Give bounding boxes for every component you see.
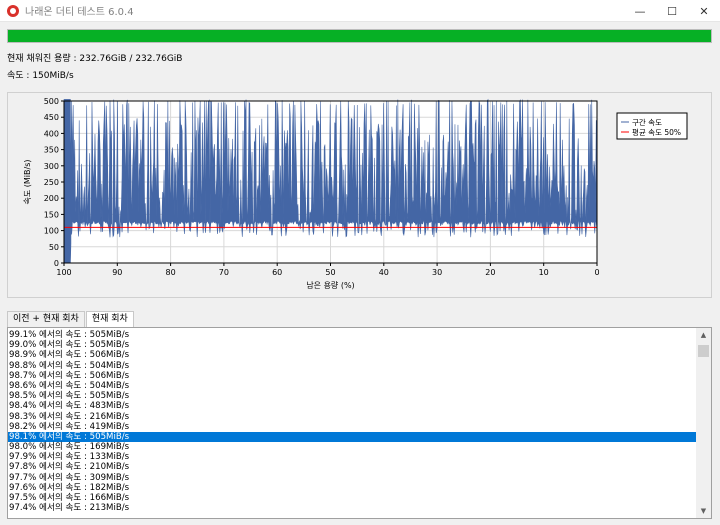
- close-button[interactable]: ✕: [688, 0, 720, 22]
- speed-chart: 050100150200250300350400450500100 90 80 70 6…: [23, 97, 688, 290]
- scroll-down-icon[interactable]: ▼: [696, 504, 711, 518]
- x-tick-label: 60: [272, 268, 282, 277]
- y-tick-label: 500: [44, 97, 59, 106]
- x-tick-label: 100: [56, 268, 71, 277]
- y-tick-label: 50: [49, 243, 59, 252]
- y-tick-label: 250: [44, 178, 59, 187]
- speed-log-list[interactable]: 99.1% 에서의 속도 : 505MiB/s 99.0% 에서의 속도 : 50…: [7, 327, 712, 519]
- scroll-up-icon[interactable]: ▲: [696, 328, 711, 342]
- title-bar: 나래온 더티 테스트 6.0.4 — ☐ ✕: [0, 0, 720, 22]
- log-rows: 99.1% 에서의 속도 : 505MiB/s 99.0% 에서의 속도 : 50…: [8, 330, 697, 513]
- log-row[interactable]: 98.5% 에서의 속도 : 505MiB/s: [8, 391, 697, 401]
- y-tick-label: 0: [54, 259, 59, 268]
- log-row[interactable]: 98.3% 에서의 속도 : 216MiB/s: [8, 412, 697, 422]
- log-row[interactable]: 98.6% 에서의 속도 : 504MiB/s: [8, 381, 697, 391]
- maximize-icon: ☐: [667, 4, 677, 18]
- y-tick-label: 200: [44, 194, 59, 203]
- progress-bar: [7, 29, 712, 43]
- x-tick-label: 10: [539, 268, 549, 277]
- x-tick-label: 70: [219, 268, 229, 277]
- log-row[interactable]: 99.1% 에서의 속도 : 505MiB/s: [8, 330, 697, 340]
- y-tick-label: 450: [44, 113, 59, 122]
- log-row[interactable]: 98.7% 에서의 속도 : 506MiB/s: [8, 371, 697, 381]
- x-axis-label: 남은 용량 (%): [306, 280, 354, 290]
- log-row[interactable]: 97.6% 에서의 속도 : 182MiB/s: [8, 483, 697, 493]
- y-tick-label: 300: [44, 162, 59, 171]
- log-row[interactable]: 99.0% 에서의 속도 : 505MiB/s: [8, 340, 697, 350]
- x-tick-label: 0: [594, 268, 599, 277]
- tab-previous-and-current[interactable]: 이전 + 현재 회차: [7, 311, 85, 327]
- x-tick-label: 20: [485, 268, 495, 277]
- x-tick-label: 80: [166, 268, 176, 277]
- legend-label: 평균 속도 50%: [632, 127, 681, 137]
- maximize-button[interactable]: ☐: [656, 0, 688, 22]
- window-controls: — ☐ ✕: [624, 0, 720, 22]
- log-row[interactable]: 97.9% 에서의 속도 : 133MiB/s: [8, 452, 697, 462]
- x-tick-label: 90: [112, 268, 122, 277]
- log-row[interactable]: 98.9% 에서의 속도 : 506MiB/s: [8, 350, 697, 360]
- log-row[interactable]: 97.7% 에서의 속도 : 309MiB/s: [8, 473, 697, 483]
- log-row[interactable]: 98.4% 에서의 속도 : 483MiB/s: [8, 401, 697, 411]
- log-row[interactable]: 97.4% 에서의 속도 : 213MiB/s: [8, 503, 697, 513]
- x-tick-label: 50: [325, 268, 335, 277]
- speed-label: 속도 : 150MiB/s: [7, 71, 74, 81]
- app-logo-icon: [7, 4, 19, 17]
- y-tick-label: 400: [44, 129, 59, 138]
- progress-fill: [8, 30, 711, 42]
- log-scrollbar[interactable]: ▲ ▼: [696, 328, 711, 518]
- window-title: 나래온 더티 테스트 6.0.4: [25, 7, 134, 18]
- y-tick-label: 150: [44, 210, 59, 219]
- speed-chart-panel: 0 50 100 150 200 250 300 350 400 450 500 100 90 80 70 6…: [7, 92, 712, 298]
- log-row[interactable]: 97.5% 에서의 속도 : 166MiB/s: [8, 493, 697, 503]
- x-tick-label: 30: [432, 268, 442, 277]
- close-icon: ✕: [699, 4, 709, 18]
- y-axis-label: 속도 (MiB/s): [23, 160, 32, 205]
- log-row[interactable]: 97.8% 에서의 속도 : 210MiB/s: [8, 462, 697, 472]
- log-row[interactable]: 98.2% 에서의 속도 : 419MiB/s: [8, 422, 697, 432]
- log-tabs: 이전 + 현재 회차 현재 회차: [7, 311, 135, 328]
- tab-current[interactable]: 현재 회차: [85, 311, 134, 328]
- legend-label: 구간 속도: [632, 117, 662, 127]
- y-tick-label: 100: [44, 227, 59, 236]
- y-tick-label: 350: [44, 146, 59, 155]
- log-row[interactable]: 98.1% 에서의 속도 : 505MiB/s: [8, 431, 697, 443]
- minimize-button[interactable]: —: [624, 0, 656, 22]
- minimize-icon: —: [634, 4, 646, 18]
- log-row[interactable]: 98.0% 에서의 속도 : 169MiB/s: [8, 442, 697, 452]
- log-row[interactable]: 98.8% 에서의 속도 : 504MiB/s: [8, 361, 697, 371]
- x-tick-label: 40: [379, 268, 389, 277]
- written-capacity-label: 현재 채워진 용량 : 232.76GiB / 232.76GiB: [7, 54, 183, 64]
- scroll-thumb[interactable]: [698, 345, 709, 357]
